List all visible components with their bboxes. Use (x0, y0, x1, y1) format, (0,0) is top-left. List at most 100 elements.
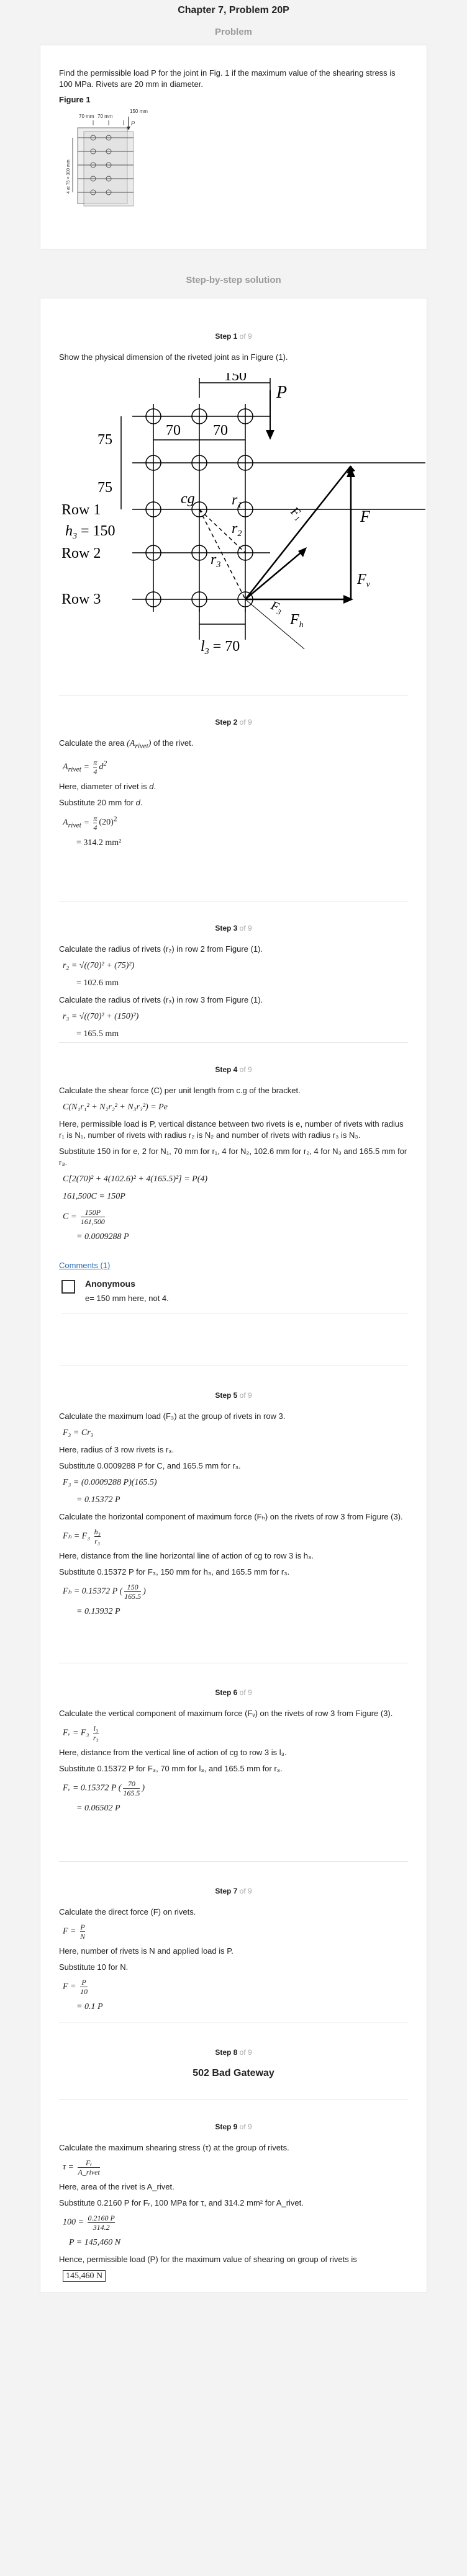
step-text: Here, distance from the line horizontal … (59, 1551, 314, 1560)
comment-author: Anonymous (85, 1279, 135, 1289)
r2-label: r2 (232, 521, 242, 539)
step-text: Substitute 0.15372 P for F₃, 70 mm for l… (59, 1764, 283, 1773)
force-f1: F1 (287, 504, 306, 523)
step-text: Here, distance from the vertical line of… (59, 1748, 287, 1757)
fv-result: = 0.06502 P (76, 1804, 120, 1813)
step-text: Calculate the horizontal component of ma… (59, 1512, 403, 1521)
step-6: Step 6 of 9 Calculate the vertical compo… (59, 1663, 408, 1862)
area-formula: Arivet = π 4 d2 (63, 758, 107, 776)
cg-label: cg (181, 491, 195, 507)
step-text: Calculate the maximum load (F₃) at the g… (59, 1411, 286, 1421)
force-fh: Fh (289, 612, 304, 630)
step-header: Step 5 of 9 (215, 1391, 252, 1400)
r1-label: r1 (232, 492, 242, 510)
r3-label: r3 (211, 552, 220, 570)
step-text: Here, number of rivets is N and applied … (59, 1946, 233, 1956)
direct-force-result: = 0.1 P (76, 2002, 103, 2011)
riveted-joint-figure: 150 P 70 70 75 75 cg r1 r2 r3 Row 1 Row … (61, 368, 425, 656)
step-text: Calculate the vertical component of maxi… (59, 1709, 393, 1718)
step-9: Step 9 of 9 Calculate the maximum sheari… (59, 2100, 408, 2292)
step-text: Calculate the area (Arivet) of the rivet… (59, 738, 194, 750)
shear-simplified: 161,500C = 150P (63, 1192, 125, 1201)
fh-substitution: Fₕ = 0.15372 P (150 165.5) (63, 1583, 146, 1601)
step-text: Calculate the shear force (C) per unit l… (59, 1086, 301, 1095)
force-fv: Fv (356, 571, 371, 589)
comments-link[interactable]: Comments (1) (59, 1261, 110, 1270)
dim-75a: 75 (97, 432, 112, 448)
step-text: Substitute 10 for N. (59, 1962, 129, 1972)
step-text: Show the physical dimension of the rivet… (59, 352, 288, 362)
avatar (61, 1280, 75, 1294)
dim-75b: 75 (97, 480, 112, 496)
dim-70b: 70 (213, 423, 228, 439)
fh-formula: Fₕ = F₃ h₃ r₃ (63, 1527, 101, 1545)
step-text: Here, diameter of rivet is d. (59, 781, 156, 791)
comment: Anonymous e= 150 mm here, not 4. (61, 1279, 408, 1313)
fig-dim-b: 70 mm (97, 114, 113, 119)
shear-result: = 0.0009288 P (76, 1232, 129, 1241)
row1-label: Row 1 (61, 502, 101, 518)
step-8: Step 8 of 9 502 Bad Gateway (59, 2023, 408, 2100)
step-text: Calculate the radius of rivets (r₃) in r… (59, 995, 263, 1004)
shear-equation: C(N₁r₁² + N₂r₂² + N₃r₃²) = Pe (63, 1102, 168, 1112)
steps-card: Step 1 of 9 Show the physical dimension … (40, 298, 427, 2293)
r2-formula: r₂ = √((70)² + (75)²) (63, 961, 135, 970)
fig-dim-side: 4 at 75 = 300 mm (66, 159, 71, 194)
r3-formula: r₃ = √((70)² + (150)²) (63, 1012, 139, 1021)
fig-dim-c: 150 mm (130, 109, 148, 114)
direct-force-substitution: F = P 10 (63, 1978, 88, 1996)
step-header: Step 6 of 9 (215, 1688, 252, 1697)
f3-formula: F₃ = Cr₃ (63, 1428, 94, 1438)
step-text: Calculate the radius of rivets (r₂) in r… (59, 944, 263, 954)
step-text: Here, area of the rivet is A_rivet. (59, 2182, 175, 2191)
problem-text: Find the permissible load P for the join… (59, 68, 396, 89)
f3-result: = 0.15372 P (76, 1495, 120, 1505)
row3-label: Row 3 (61, 591, 101, 607)
page-title: Chapter 7, Problem 20P (178, 5, 289, 16)
error-message: 502 Bad Gateway (193, 2068, 274, 2078)
step-text: Substitute 0.15372 P for F₃, 150 mm for … (59, 1567, 290, 1576)
dim-150: 150 (224, 373, 247, 384)
step-text: Substitute 0.0009288 P for C, and 165.5 … (59, 1461, 241, 1470)
r2-result: = 102.6 mm (76, 978, 119, 988)
solution-title: Step-by-step solution (186, 275, 281, 285)
step-text: Substitute 20 mm for d. (59, 797, 143, 807)
stress-formula: τ = Fᵣ A_rivet (63, 2158, 100, 2176)
load-p: P (276, 383, 287, 402)
step-header: Step 9 of 9 (215, 2122, 252, 2131)
direct-force-formula: F = PN (63, 1923, 86, 1941)
step-text: Substitute 0.2160 P for Fᵣ, 100 MPa for … (59, 2198, 304, 2207)
fv-substitution: Fᵥ = 0.15372 P (70 165.5) (63, 1779, 145, 1797)
step-3: Step 3 of 9 Calculate the radius of rive… (59, 901, 408, 1043)
step-header: Step 3 of 9 (215, 924, 252, 932)
step-7: Step 7 of 9 Calculate the direct force (… (59, 1862, 408, 2023)
step-text: Hence, permissible load (P) for the maxi… (59, 2255, 357, 2264)
row2-label: Row 2 (61, 545, 101, 561)
f3-substitution: F₃ = (0.0009288 P)(165.5) (63, 1478, 157, 1487)
step-text: Here, permissible load is P, vertical di… (59, 1119, 404, 1140)
step-text: Here, radius of 3 row rivets is r₃. (59, 1445, 175, 1454)
load-result: P = 145,460 N (69, 2238, 121, 2247)
step-5: Step 5 of 9 Calculate the maximum load (… (59, 1366, 408, 1663)
fh-result: = 0.13932 P (76, 1607, 120, 1616)
problem-heading: Problem (214, 27, 252, 37)
area-substitution: Arivet = π 4 (20)2 (63, 813, 117, 832)
step-4: Step 4 of 9 Calculate the shear force (C… (59, 1043, 408, 1366)
step-header: Step 1 of 9 (215, 332, 252, 341)
step-1: Step 1 of 9 Show the physical dimension … (59, 298, 425, 695)
dim-70a: 70 (166, 423, 181, 439)
fig-dim-a: 70 mm (79, 114, 94, 119)
step-text: Substitute 150 in for e, 2 for N₁, 70 mm… (59, 1147, 407, 1167)
shear-fraction: C = 150P 161,500 (63, 1208, 105, 1226)
step-text: Calculate the maximum shearing stress (τ… (59, 2143, 289, 2152)
fig-p: P (131, 120, 135, 127)
area-result: = 314.2 mm² (76, 838, 122, 847)
step-header: Step 8 of 9 (215, 2048, 252, 2057)
page: Chapter 7, Problem 20P Problem Find the … (0, 0, 467, 2293)
fv-formula: Fᵥ = F₃ l₃ r₃ (63, 1724, 99, 1742)
l3-label: l3 = 70 (201, 638, 240, 656)
step-2: Step 2 of 9 Calculate the area (Arivet) … (59, 695, 408, 901)
stress-substitution: 100 = 0.2160 P 314.2 (63, 2214, 115, 2232)
final-answer: 145,460 N (63, 2270, 408, 2283)
step-text: Calculate the direct force (F) on rivets… (59, 1907, 196, 1916)
